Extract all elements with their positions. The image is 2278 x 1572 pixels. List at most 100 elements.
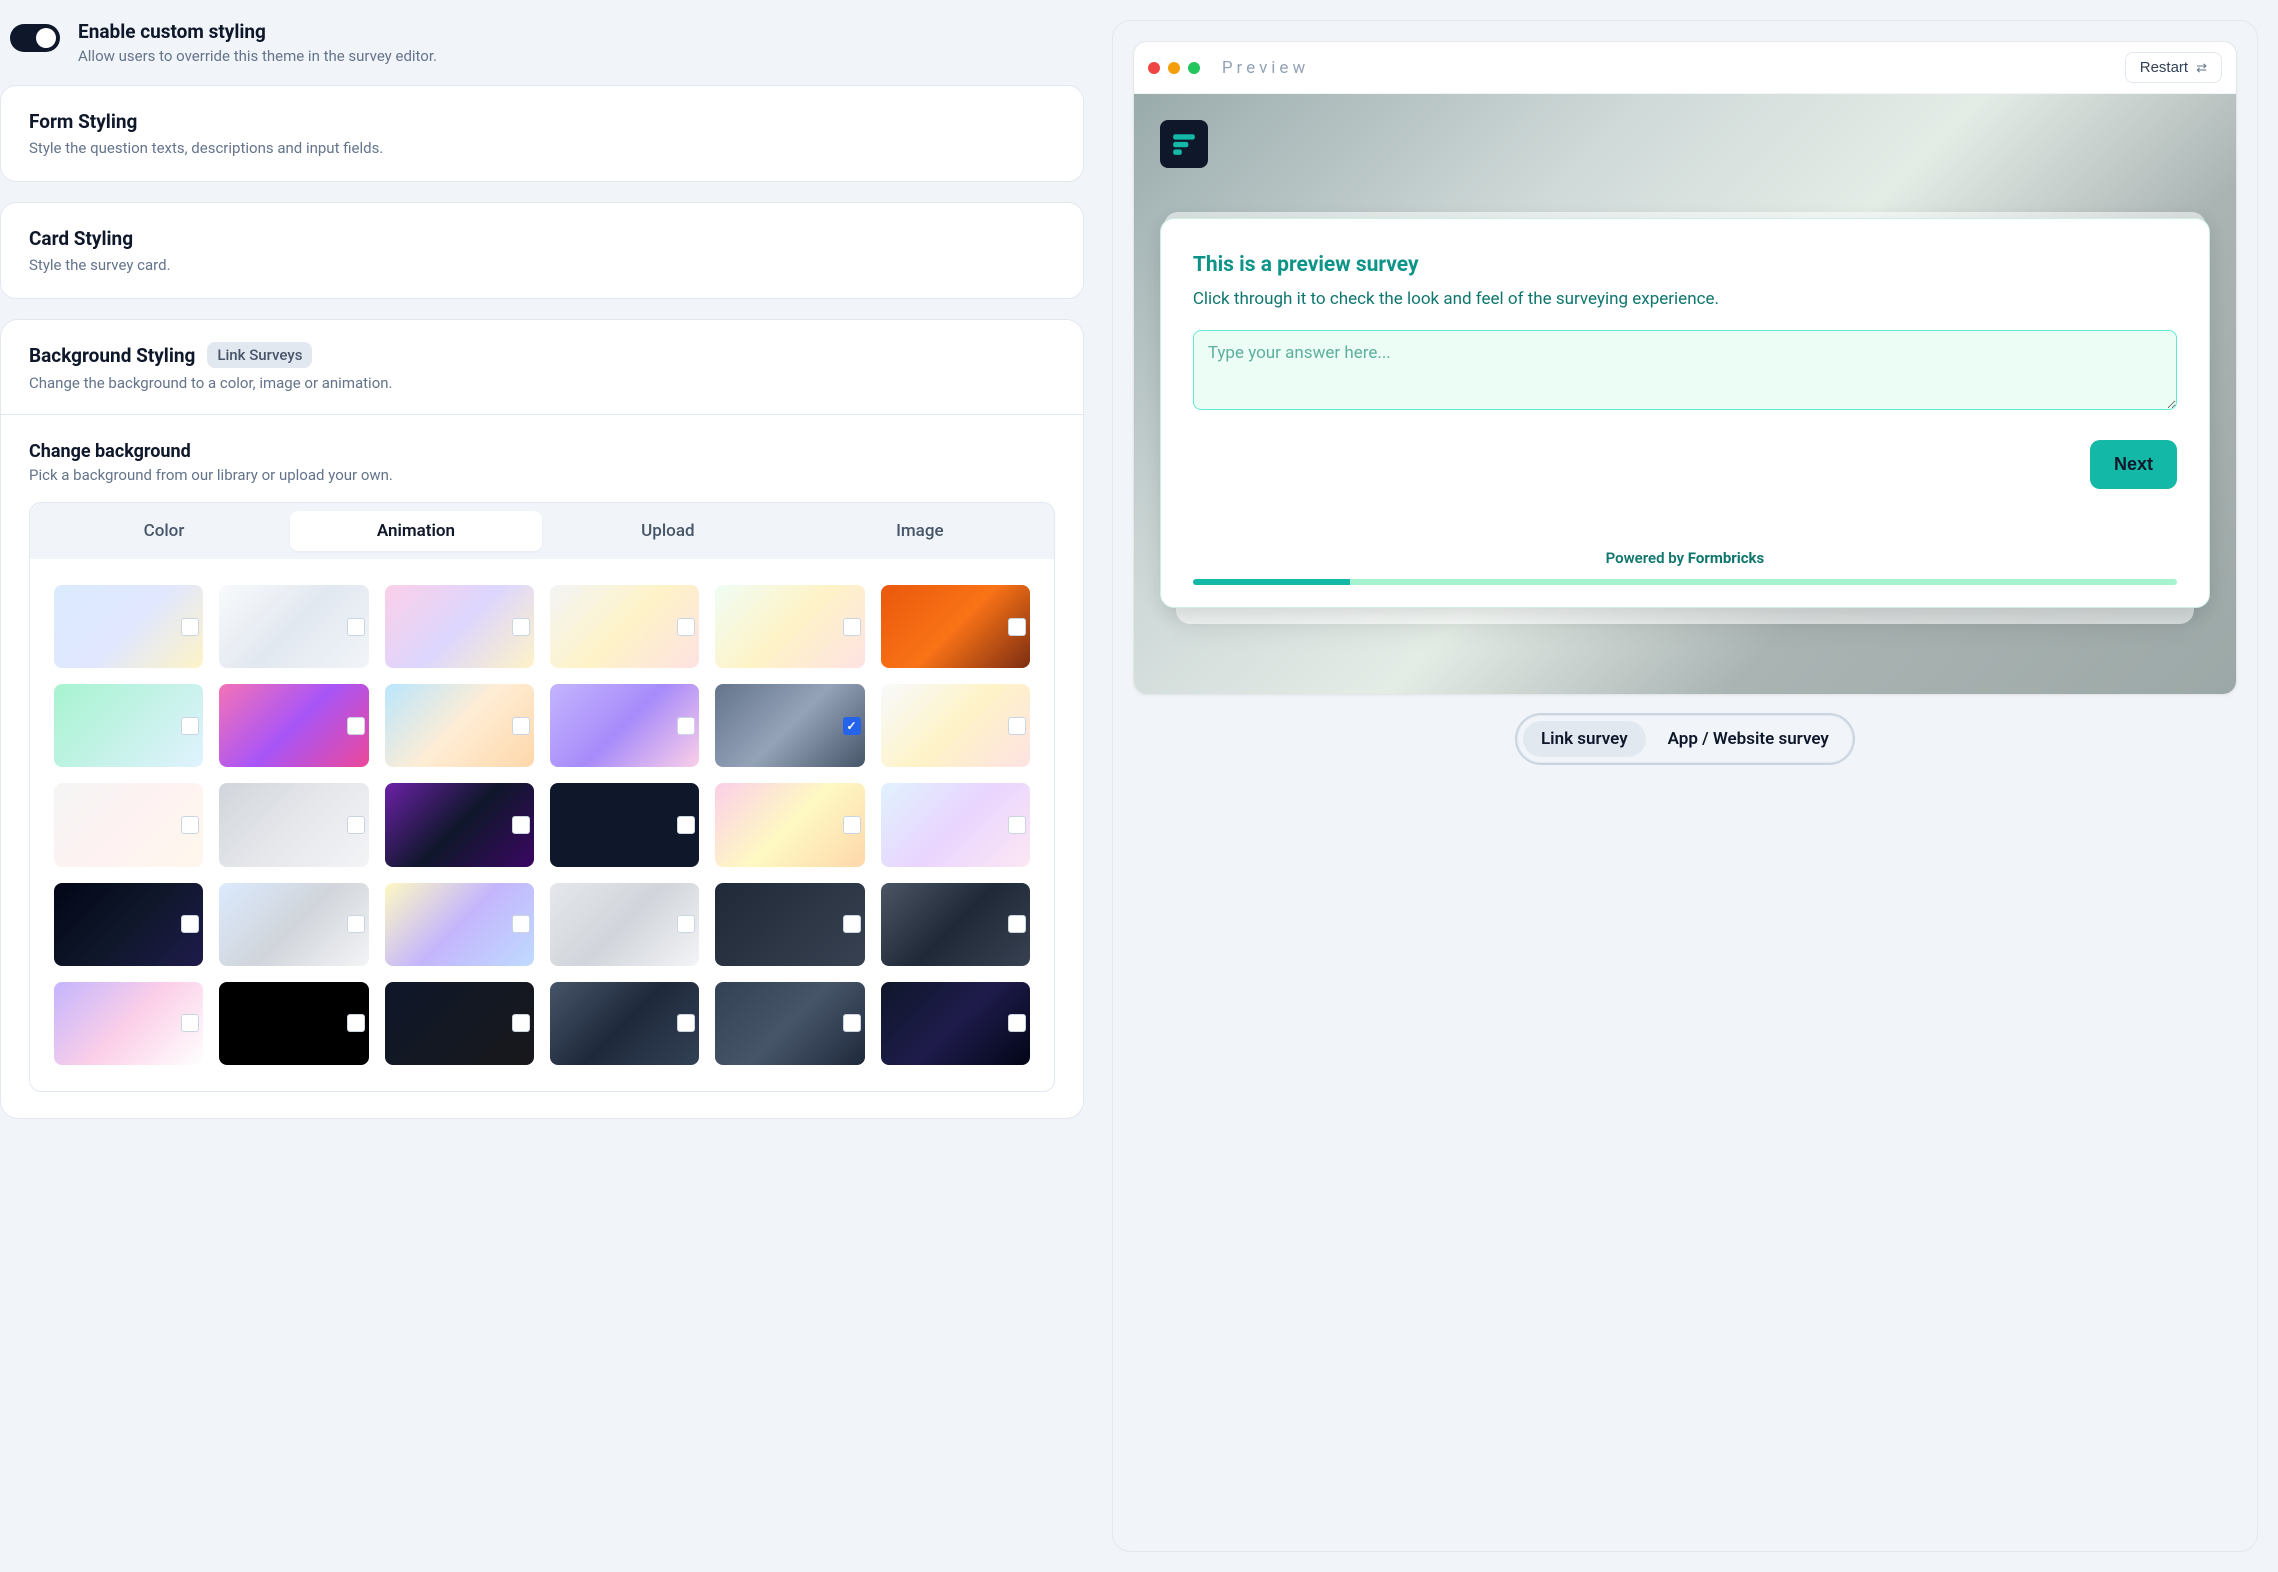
bg-thumb[interactable]	[385, 585, 534, 668]
bg-tab-color[interactable]: Color	[38, 511, 290, 551]
bg-thumb-check-icon	[181, 915, 199, 933]
bg-thumb-check-icon	[677, 816, 695, 834]
card-styling-title: Card Styling	[29, 227, 1055, 250]
form-styling-desc: Style the question texts, descriptions a…	[29, 139, 1055, 157]
bg-thumb-check-icon	[347, 618, 365, 636]
card-styling-desc: Style the survey card.	[29, 256, 1055, 274]
bg-thumb[interactable]	[715, 684, 864, 767]
bg-tab-upload[interactable]: Upload	[542, 511, 794, 551]
bg-thumb[interactable]	[550, 982, 699, 1065]
bg-thumbs-grid	[30, 559, 1054, 1091]
bg-thumb[interactable]	[219, 684, 368, 767]
bg-thumb-check-icon	[843, 816, 861, 834]
survey-progress-fill	[1193, 579, 1350, 585]
bg-thumb[interactable]	[715, 982, 864, 1065]
custom-styling-toggle[interactable]	[10, 24, 60, 52]
bg-thumb[interactable]	[550, 585, 699, 668]
bg-tabs: ColorAnimationUploadImage	[30, 503, 1054, 559]
traffic-light-close-icon[interactable]	[1148, 62, 1160, 74]
bg-thumb[interactable]	[385, 783, 534, 866]
bg-thumb[interactable]	[550, 783, 699, 866]
bg-thumb[interactable]	[881, 982, 1030, 1065]
bg-thumb[interactable]	[54, 684, 203, 767]
survey-type-switch: Link surveyApp / Website survey	[1515, 713, 1855, 765]
bg-thumb[interactable]	[54, 585, 203, 668]
bg-thumb-check-icon	[1008, 915, 1026, 933]
survey-title: This is a preview survey	[1193, 253, 2177, 277]
bg-thumb[interactable]	[881, 783, 1030, 866]
bg-thumb-check-icon	[347, 915, 365, 933]
change-bg-title: Change background	[29, 441, 1055, 462]
preview-window: Preview Restart ⇄ This is a preview surv…	[1133, 41, 2237, 695]
bg-thumb[interactable]	[385, 982, 534, 1065]
traffic-light-max-icon[interactable]	[1188, 62, 1200, 74]
bg-thumb-check-icon	[512, 618, 530, 636]
bg-thumb[interactable]	[385, 883, 534, 966]
survey-card: This is a preview survey Click through i…	[1160, 218, 2210, 608]
traffic-light-min-icon[interactable]	[1168, 62, 1180, 74]
bg-thumb-check-icon	[1008, 717, 1026, 735]
bg-thumb-check-icon	[181, 1014, 199, 1032]
survey-type-option[interactable]: App / Website survey	[1650, 721, 1847, 757]
enable-custom-styling-row: Enable custom styling Allow users to ove…	[0, 20, 1084, 65]
bg-thumb[interactable]	[881, 883, 1030, 966]
survey-desc: Click through it to check the look and f…	[1193, 287, 2177, 312]
bg-thumb-check-icon	[512, 717, 530, 735]
preview-label: Preview	[1222, 58, 2117, 78]
bg-desc: Change the background to a color, image …	[29, 374, 1055, 392]
bg-thumb[interactable]	[715, 883, 864, 966]
bg-thumb[interactable]	[219, 982, 368, 1065]
background-styling-header[interactable]: Background Styling Link Surveys Change t…	[1, 320, 1083, 415]
bg-thumb[interactable]	[54, 982, 203, 1065]
change-bg-desc: Pick a background from our library or up…	[29, 466, 1055, 484]
bg-thumb-check-icon	[181, 816, 199, 834]
bg-thumb-check-icon	[677, 717, 695, 735]
bg-thumb[interactable]	[54, 883, 203, 966]
bg-thumb-check-icon	[181, 717, 199, 735]
bg-thumb-check-icon	[347, 816, 365, 834]
powered-by: Powered by Formbricks	[1193, 549, 2177, 567]
bg-thumb-check-icon	[843, 1014, 861, 1032]
bg-thumb[interactable]	[715, 585, 864, 668]
bg-thumb[interactable]	[550, 883, 699, 966]
bg-thumb[interactable]	[54, 783, 203, 866]
bg-thumb[interactable]	[219, 783, 368, 866]
card-styling-panel[interactable]: Card Styling Style the survey card.	[0, 202, 1084, 299]
bg-tab-image[interactable]: Image	[794, 511, 1046, 551]
bg-thumb[interactable]	[219, 585, 368, 668]
background-styling-panel: Background Styling Link Surveys Change t…	[0, 319, 1084, 1119]
bg-thumb-check-icon	[512, 1014, 530, 1032]
brand-logo	[1160, 120, 1208, 168]
survey-answer-input[interactable]	[1193, 330, 2177, 410]
preview-titlebar: Preview Restart ⇄	[1134, 42, 2236, 94]
bg-thumb-check-icon	[512, 915, 530, 933]
bg-thumb[interactable]	[550, 684, 699, 767]
form-styling-panel[interactable]: Form Styling Style the question texts, d…	[0, 85, 1084, 182]
restart-button[interactable]: Restart ⇄	[2125, 52, 2222, 83]
powered-prefix: Powered by	[1606, 549, 1688, 567]
bg-thumb-check-icon	[512, 816, 530, 834]
bg-thumb[interactable]	[385, 684, 534, 767]
restart-label: Restart	[2140, 59, 2188, 76]
bg-thumb-check-icon	[677, 1014, 695, 1032]
bg-thumb-check-icon	[843, 618, 861, 636]
brand-logo-icon	[1171, 131, 1197, 157]
form-styling-title: Form Styling	[29, 110, 1055, 133]
custom-styling-title: Enable custom styling	[78, 20, 437, 43]
bg-thumb[interactable]	[881, 684, 1030, 767]
bg-thumb-check-icon	[677, 618, 695, 636]
survey-next-button[interactable]: Next	[2090, 440, 2177, 489]
survey-card-stack: This is a preview survey Click through i…	[1160, 218, 2210, 608]
survey-type-option[interactable]: Link survey	[1523, 721, 1646, 757]
bg-title: Background Styling	[29, 344, 195, 367]
preview-body: This is a preview survey Click through i…	[1134, 94, 2236, 694]
bg-thumb[interactable]	[881, 585, 1030, 668]
settings-column: Enable custom styling Allow users to ove…	[0, 20, 1084, 1552]
bg-thumb-check-icon	[1008, 1014, 1026, 1032]
custom-styling-desc: Allow users to override this theme in th…	[78, 47, 437, 65]
bg-thumb[interactable]	[715, 783, 864, 866]
bg-thumb[interactable]	[219, 883, 368, 966]
bg-tab-box: ColorAnimationUploadImage	[29, 502, 1055, 1092]
bg-chip: Link Surveys	[207, 342, 312, 368]
bg-tab-animation[interactable]: Animation	[290, 511, 542, 551]
